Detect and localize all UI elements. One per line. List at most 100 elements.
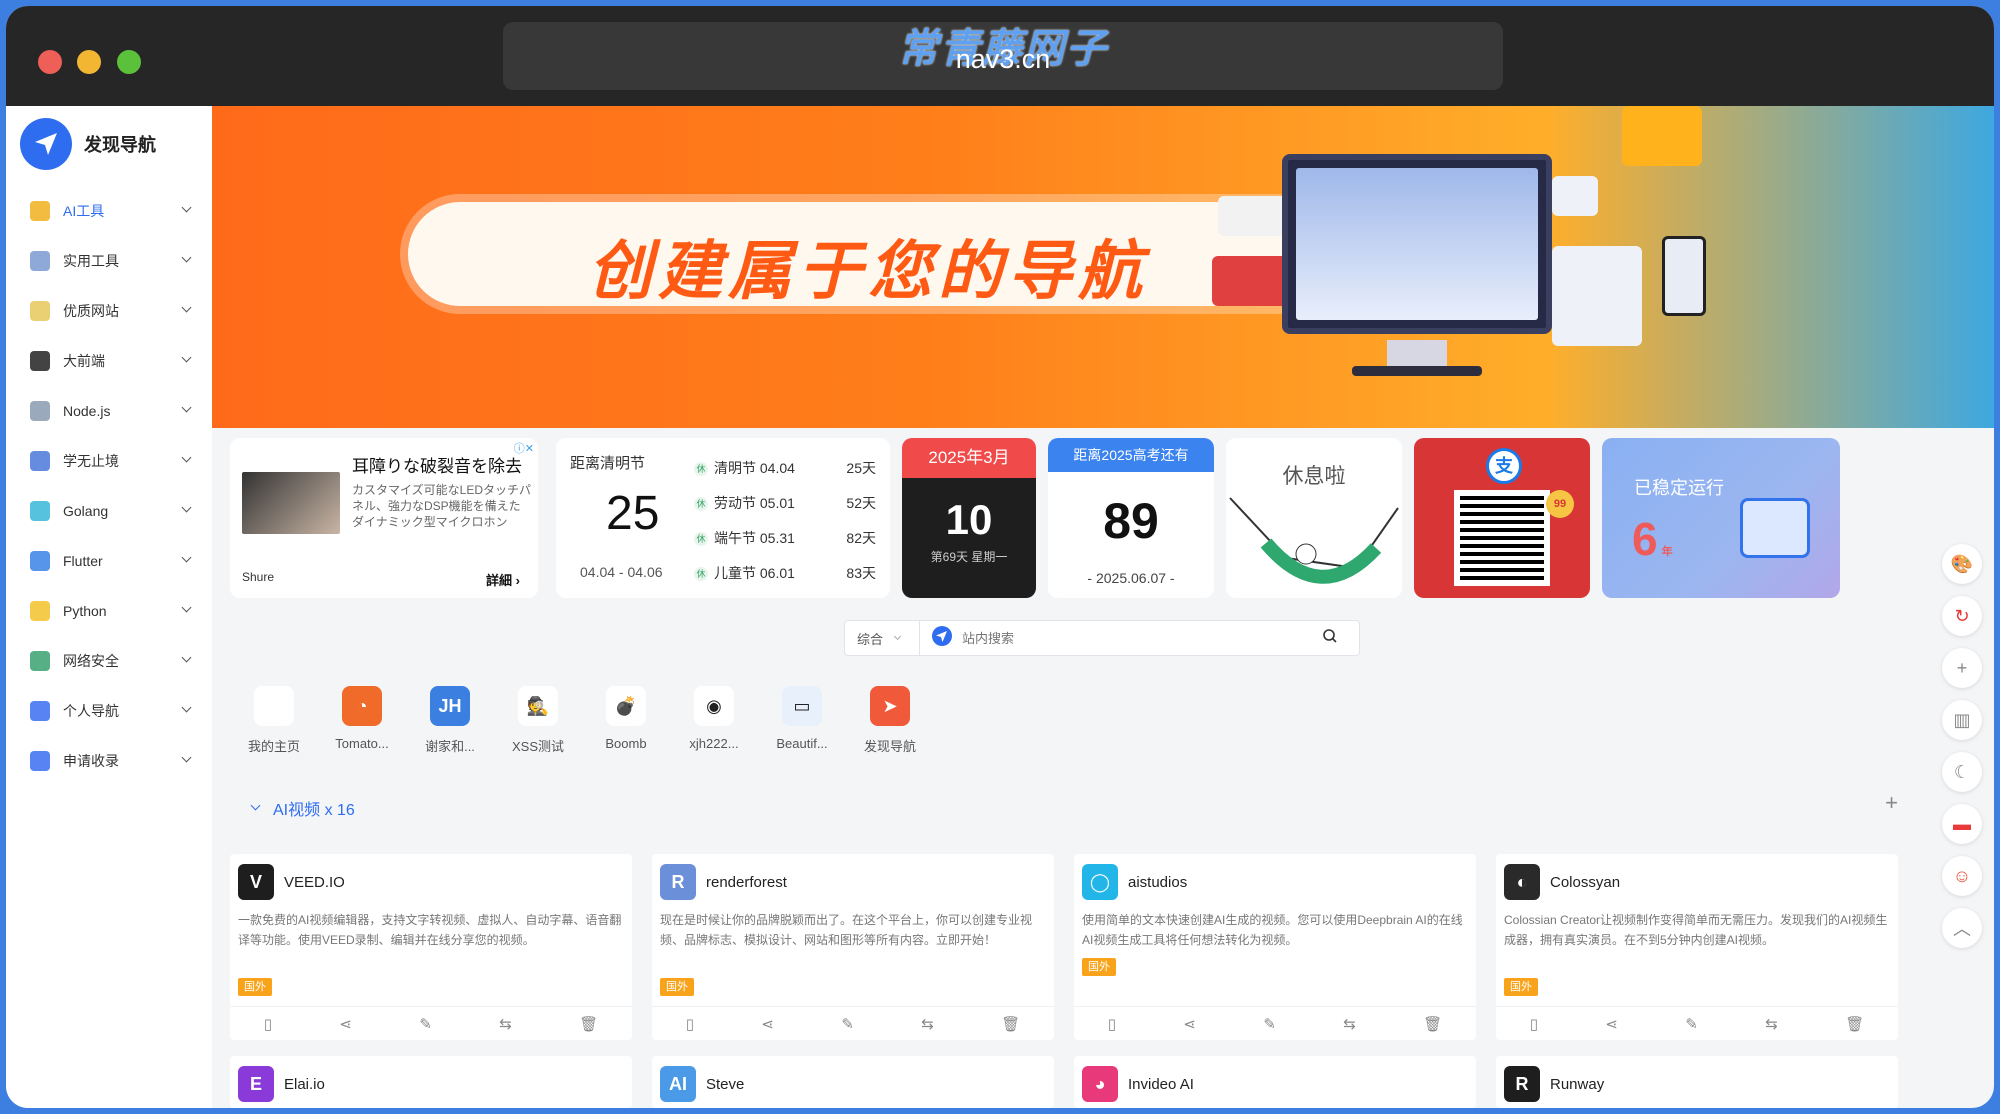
sidebar-item-11[interactable]: 申请收录 xyxy=(6,736,212,786)
main-content: 创建属于您的导航 ⓘ✕ 耳障りな破裂音を除去 カスタマイズ可能なLEDタッチパネ… xyxy=(212,106,1994,1108)
columns-icon[interactable]: ▥ xyxy=(1942,700,1982,740)
plus-icon[interactable]: + xyxy=(1942,648,1982,688)
sidebar-item-4[interactable]: Node.js xyxy=(6,386,212,436)
holiday-name: 端午节 05.31 xyxy=(694,528,795,548)
holiday-countdown: 83天 xyxy=(846,564,876,581)
search-category-select[interactable]: 综合 xyxy=(844,620,920,656)
calendar-card[interactable]: 2025年3月 10 第69天 星期一 xyxy=(902,438,1036,598)
hero-banner[interactable]: 创建属于您的导航 xyxy=(212,106,1994,428)
copy-icon[interactable]: ▯ xyxy=(686,1015,694,1033)
up-icon[interactable]: ︿ xyxy=(1942,908,1982,948)
share-icon[interactable]: ⋖ xyxy=(761,1015,774,1033)
maximize-window-button[interactable] xyxy=(117,50,141,74)
apps-icon xyxy=(30,751,50,771)
delete-icon[interactable]: 🗑 xyxy=(1001,1015,1020,1033)
smile-icon[interactable]: ☺ xyxy=(1942,856,1982,896)
quick-link[interactable]: 我的主页 xyxy=(230,686,318,755)
site-card[interactable]: ◐ Colossyan Colossian Creator让视频制作变得简单而无需压… xyxy=(1496,854,1898,1040)
site-header: ◯ aistudios xyxy=(1082,864,1187,900)
sidebar-item-0[interactable]: AI工具 xyxy=(6,186,212,236)
sidebar-item-8[interactable]: Python xyxy=(6,586,212,636)
swap-icon[interactable]: ⇆ xyxy=(1765,1015,1778,1033)
copy-icon[interactable]: ▯ xyxy=(264,1015,272,1033)
site-card[interactable]: AI Steve xyxy=(652,1056,1054,1108)
rest-title: 休息啦 xyxy=(1282,465,1346,488)
section-header[interactable]: AI视频 x 16 xyxy=(250,796,355,820)
site-logo-icon: ◕ xyxy=(1082,1066,1118,1102)
edit-icon[interactable]: ✎ xyxy=(419,1015,432,1033)
chevron-down-icon xyxy=(181,302,192,313)
sidebar-item-7[interactable]: Flutter xyxy=(6,536,212,586)
sidebar-item-3[interactable]: 大前端 xyxy=(6,336,212,386)
moon-icon[interactable]: ☾ xyxy=(1942,752,1982,792)
flag-icon[interactable]: ▬ xyxy=(1942,804,1982,844)
holiday-list: 清明节 04.04 25天劳动节 05.01 52天端午节 05.31 82天儿童节 … xyxy=(694,450,876,590)
phone-illustration xyxy=(1662,236,1706,316)
site-actions: ▯ ⋖ ✎ ⇆ 🗑 xyxy=(652,1006,1054,1040)
sidebar-item-label: Flutter xyxy=(63,553,103,569)
sidebar-item-10[interactable]: 个人导航 xyxy=(6,686,212,736)
site-card[interactable]: E Elai.io xyxy=(230,1056,632,1108)
share-icon[interactable]: ⋖ xyxy=(1183,1015,1196,1033)
site-logo[interactable]: 发现导航 xyxy=(20,118,156,170)
sidebar-item-6[interactable]: Golang xyxy=(6,486,212,536)
swap-icon[interactable]: ⇆ xyxy=(499,1015,512,1033)
ad-more-link[interactable]: 詳細 › xyxy=(486,570,520,589)
edit-icon[interactable]: ✎ xyxy=(841,1015,854,1033)
palette-icon[interactable]: 🎨 xyxy=(1942,544,1982,584)
section-title: AI视频 x 16 xyxy=(273,802,355,819)
donate-card[interactable]: 支 99 xyxy=(1414,438,1590,598)
rest-card[interactable]: 休息啦 xyxy=(1226,438,1402,598)
holiday-row: 清明节 04.04 25天 xyxy=(694,450,876,485)
quick-link[interactable]: JH 谢家和... xyxy=(406,686,494,755)
navigate-icon xyxy=(932,625,952,651)
refresh-icon[interactable]: ↻ xyxy=(1942,596,1982,636)
quick-link[interactable]: ▭ Beautif... xyxy=(758,686,846,755)
site-card[interactable]: ◯ aistudios 使用简单的文本快速创建AI生成的视频。您可以使用Deepbr… xyxy=(1074,854,1476,1040)
copy-icon[interactable]: ▯ xyxy=(1530,1015,1538,1033)
quick-link[interactable]: 🕵 XSS测试 xyxy=(494,686,582,755)
python-icon xyxy=(30,601,50,621)
swap-icon[interactable]: ⇆ xyxy=(921,1015,934,1033)
chevron-down-icon xyxy=(181,452,192,463)
minimize-window-button[interactable] xyxy=(77,50,101,74)
sidebar-item-5[interactable]: 学无止境 xyxy=(6,436,212,486)
exam-countdown-card[interactable]: 距离2025高考还有 89 - 2025.06.07 - xyxy=(1048,438,1214,598)
close-window-button[interactable] xyxy=(38,50,62,74)
holiday-card[interactable]: 距离清明节 25 04.04 - 04.06 清明节 04.04 25天劳动节 0… xyxy=(556,438,890,598)
copy-icon[interactable]: ▯ xyxy=(1108,1015,1116,1033)
uptime-card[interactable]: 已稳定运行 6年 xyxy=(1602,438,1840,598)
share-icon[interactable]: ⋖ xyxy=(1605,1015,1618,1033)
sidebar-item-9[interactable]: 网络安全 xyxy=(6,636,212,686)
exam-date: - 2025.06.07 - xyxy=(1087,570,1175,586)
share-icon[interactable]: ⋖ xyxy=(339,1015,352,1033)
crane-illustration xyxy=(1622,106,1702,166)
quick-link[interactable]: ➤ 发现导航 xyxy=(846,686,934,755)
address-bar[interactable]: 常青藤网子 nav3.cn xyxy=(503,22,1503,90)
ad-brand: Shure xyxy=(242,570,275,584)
sidebar-item-2[interactable]: 优质网站 xyxy=(6,286,212,336)
region-tag: 国外 xyxy=(238,978,272,996)
delete-icon[interactable]: 🗑 xyxy=(1423,1015,1442,1033)
delete-icon[interactable]: 🗑 xyxy=(579,1015,598,1033)
site-card[interactable]: ◕ Invideo AI xyxy=(1074,1056,1476,1108)
ad-card[interactable]: ⓘ✕ 耳障りな破裂音を除去 カスタマイズ可能なLEDタッチパネル、強力なDSP機… xyxy=(230,438,538,598)
site-card[interactable]: Rrenderforest 现在是时候让你的品牌脱颖而出了。在这个平台上，你可以创… xyxy=(652,854,1054,1040)
search-field[interactable] xyxy=(920,620,1360,656)
search-input[interactable] xyxy=(962,630,1322,646)
sidebar-item-1[interactable]: 实用工具 xyxy=(6,236,212,286)
delete-icon[interactable]: 🗑 xyxy=(1845,1015,1864,1033)
site-name: Colossyan xyxy=(1550,873,1621,891)
search-icon[interactable] xyxy=(1322,628,1338,649)
edit-icon[interactable]: ✎ xyxy=(1685,1015,1698,1033)
add-site-button[interactable]: + xyxy=(1885,790,1898,816)
quick-link[interactable]: ◉ xjh222... xyxy=(670,686,758,755)
edit-icon[interactable]: ✎ xyxy=(1263,1015,1276,1033)
site-card[interactable]: R Runway xyxy=(1496,1056,1898,1108)
quick-link[interactable]: ◔ Tomato... xyxy=(318,686,406,755)
quick-link[interactable]: 💣 Boomb xyxy=(582,686,670,755)
swap-icon[interactable]: ⇆ xyxy=(1343,1015,1356,1033)
site-card[interactable]: V VEED.IO 一款免费的AI视频编辑器，支持文字转视频、虚拟人、自动字幕、语音… xyxy=(230,854,632,1040)
site-header: R Runway xyxy=(1504,1066,1604,1102)
uptime-value: 6 xyxy=(1632,513,1658,565)
